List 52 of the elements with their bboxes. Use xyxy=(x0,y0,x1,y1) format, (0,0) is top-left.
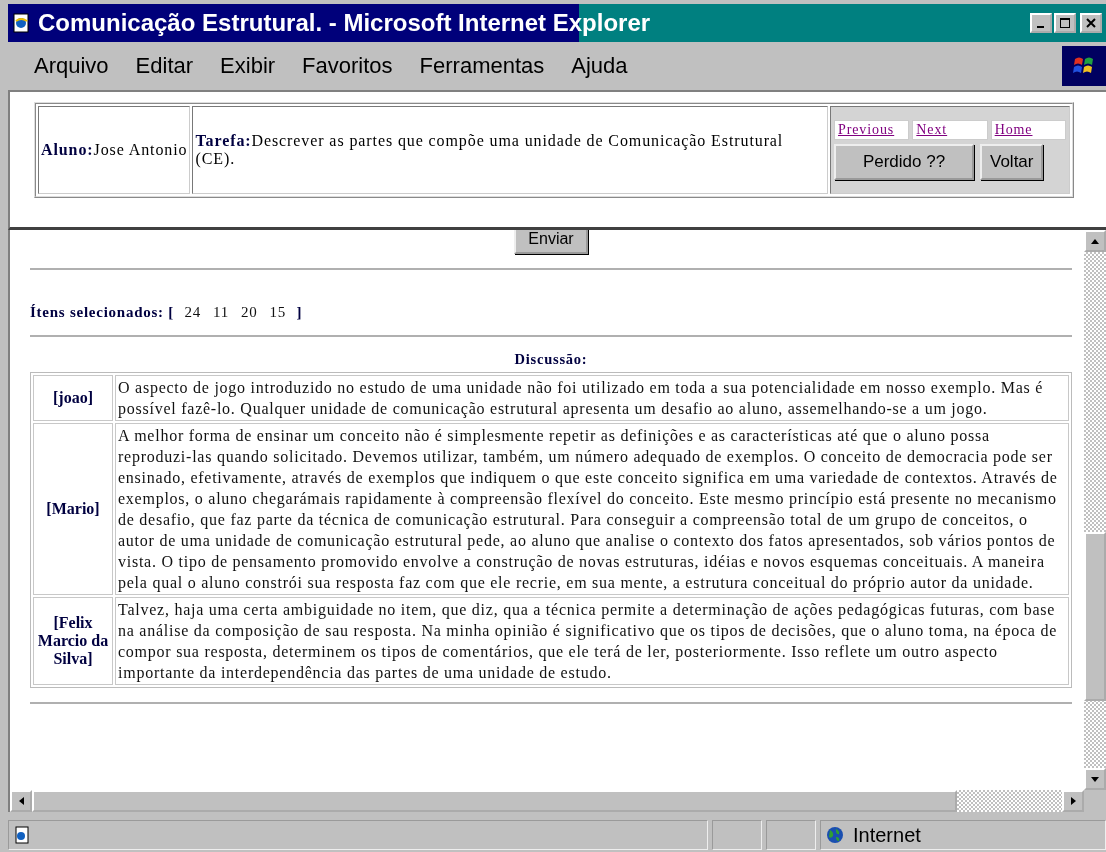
author-cell: [joao] xyxy=(33,375,113,421)
author-cell: [Felix Marcio da Silva] xyxy=(33,597,113,685)
item-number: 20 xyxy=(241,304,258,320)
window-title: Comunicação Estrutural. - Microsoft Internet Explorer xyxy=(38,9,652,37)
discussion-title: Discussão: xyxy=(513,351,589,368)
right-arrow-icon xyxy=(1070,797,1076,805)
scroll-thumb[interactable] xyxy=(32,790,957,812)
task-cell: Tarefa:Descrever as partes que compõe uma unidade de Comunicação Estrutural (CE). xyxy=(192,106,828,194)
left-arrow-icon xyxy=(18,797,24,805)
menu-item[interactable]: Editar xyxy=(135,53,194,79)
scroll-down-button[interactable] xyxy=(1084,768,1106,790)
closing-bracket: ] xyxy=(296,304,303,320)
globe-icon xyxy=(825,825,845,845)
maximize-icon xyxy=(1059,17,1071,29)
minimize-icon xyxy=(1036,26,1044,28)
down-arrow-icon xyxy=(1091,776,1099,782)
scroll-thumb[interactable] xyxy=(1084,532,1106,701)
status-panel xyxy=(766,820,816,850)
message-cell: Talvez, haja uma certa ambiguidade no item, que diz, qua a técnica permite a determinação de ações pedagógicas futuras, com base na análise da composição de sau resposta. Na minha opinião é significativo que os tipos de decisões, que o aluno toma, na época de compor sua resposta, determinem os tipos de comentários, que ele terá de ler, posteriormente. Isso reflete um outro aspecto importante da interdependência das partes de uma unidade de estudo. xyxy=(115,597,1069,685)
menu-item[interactable]: Favoritos xyxy=(302,53,393,79)
windows-logo-icon xyxy=(1062,46,1106,86)
menu-item[interactable]: Exibir xyxy=(220,53,276,79)
page-icon xyxy=(12,13,32,33)
security-zone: Internet xyxy=(853,823,921,847)
nav-link[interactable]: Previous xyxy=(834,120,910,140)
submit-button[interactable]: Enviar xyxy=(514,230,588,254)
nav-link[interactable]: Next xyxy=(912,120,988,140)
nav-button[interactable]: Perdido ?? xyxy=(834,144,974,180)
close-button[interactable] xyxy=(1080,13,1102,33)
vertical-scrollbar[interactable] xyxy=(1084,230,1106,790)
item-number: 24 xyxy=(184,304,202,320)
item-number: 15 xyxy=(269,304,287,320)
minimize-button[interactable] xyxy=(1030,13,1052,33)
status-panel xyxy=(712,820,762,850)
scroll-left-button[interactable] xyxy=(10,790,32,812)
menu-item[interactable]: Ferramentas xyxy=(419,53,545,79)
maximize-button[interactable] xyxy=(1054,13,1076,33)
selected-items-label: Ítens selecionados: [ xyxy=(30,304,175,320)
close-icon xyxy=(1085,17,1097,29)
author-cell: [Mario] xyxy=(33,423,113,595)
page-icon xyxy=(13,826,31,844)
scroll-right-button[interactable] xyxy=(1062,790,1084,812)
item-number: 11 xyxy=(213,304,230,320)
menu-item[interactable]: Arquivo xyxy=(34,53,109,79)
student-cell: Aluno:Jose Antonio xyxy=(38,106,191,194)
nav-button[interactable]: Voltar xyxy=(980,144,1044,180)
nav-link[interactable]: Home xyxy=(990,120,1066,140)
up-arrow-icon xyxy=(1091,238,1099,244)
message-cell: A melhor forma de ensinar um conceito não é simplesmente repetir as definições e as características até que o aluno possa reproduzi-las quando solicitado. Devemos utilizar, também, um número adequado de exemplos. O conceito de democracia pode ser ensinado, efetivamente, através de exemplos que indiquem o que este conceito significa em uma variedade de contextos. Através de exemplos, o aluno chegarámais rapidamente à compreensão flexível do conceito. Este mesmo princípio está presente no mecanismo de desafio, que faz parte da técnica de comunicação estrutural. Para conseguir a compreensão total de um grupo de conceitos, o autor de uma unidade de comunicação estrutural pede, ao aluno que analise o contexto dos fatos apresentados, sob vários pontos de vista. O tipo de pensamento promovido envolve a construção de novas estruturas, idéias e novos esquemas conceituais. A maneira pela qual o aluno constrói sua resposta faz com que ele recrie, em sua mente, a estrutura conceitual do próprio autor da unidade. xyxy=(115,423,1069,595)
menu-item[interactable]: Ajuda xyxy=(571,53,628,79)
message-cell: O aspecto de jogo introduzido no estudo de uma unidade não foi utilizado em toda a sua potencialidade em nosso exemplo. Mas é possível fazê-lo. Qualquer unidade de comunicação estrutural apresenta um desafio ao aluno, assemelhando-se a um jogo. xyxy=(115,375,1069,421)
scroll-up-button[interactable] xyxy=(1084,230,1106,252)
